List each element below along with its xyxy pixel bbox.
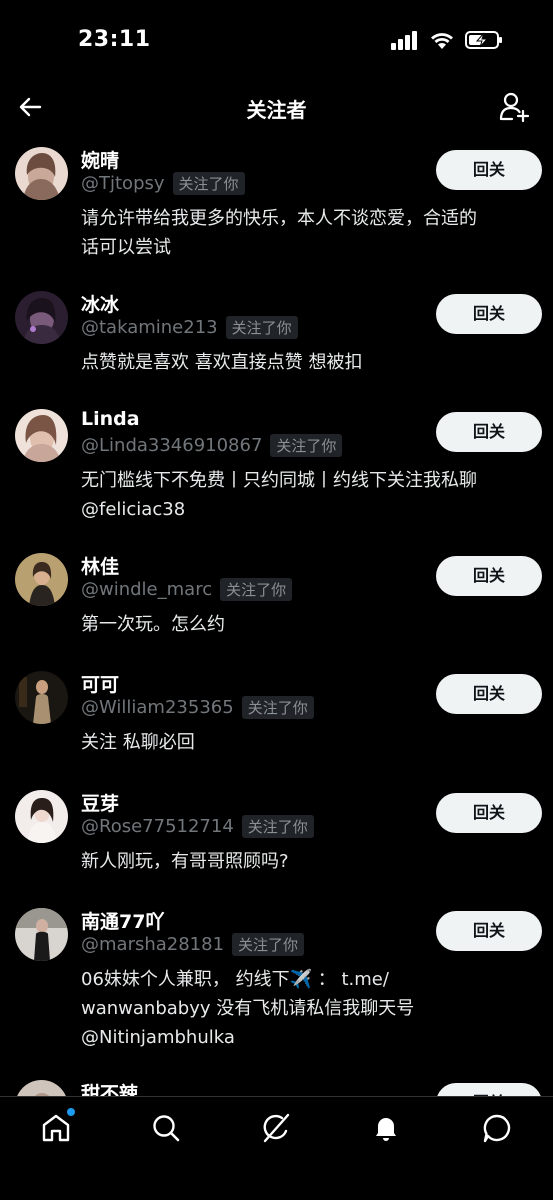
add-user-icon [499, 92, 530, 123]
follower-bio: 请允许带给我更多的快乐，本人不谈恋爱，合适的 话可以尝试 [81, 204, 531, 262]
follow-back-button[interactable]: 回关 [436, 793, 542, 833]
follower-bio: 新人刚玩，有哥哥照顾吗? [81, 847, 531, 876]
follow-back-button[interactable]: 回关 [436, 674, 542, 714]
follower-handle: @takamine213 [81, 317, 218, 338]
bio-line: 06妹妹个人兼职， 约线下✈️ ： t.me/ [81, 969, 389, 990]
nav-search[interactable] [149, 1111, 183, 1145]
bio-line: @Nitinjambhulka [81, 1027, 235, 1048]
follower-name: 冰冰 [81, 294, 120, 316]
bottom-nav [0, 1096, 553, 1200]
avatar[interactable] [15, 671, 68, 724]
nav-notifications[interactable] [369, 1111, 403, 1145]
handle-row: @Linda3346910867 关注了你 [81, 434, 343, 457]
follower-name: 豆芽 [81, 793, 120, 815]
home-icon [42, 1114, 70, 1142]
bio-line: 新人刚玩，有哥哥照顾吗? [81, 851, 289, 872]
follower-bio: 无门槛线下不免费丨只约同城丨约线下关注我私聊 @feliciac38 [81, 466, 531, 524]
follower-name: 甜不辣 [81, 1083, 139, 1096]
nav-home[interactable] [39, 1108, 75, 1145]
bio-line: wanwanbabyy 没有飞机请私信我聊天号 [81, 998, 415, 1019]
avatar[interactable] [15, 553, 68, 606]
handle-row: @windle_marc 关注了你 [81, 578, 293, 601]
nav-messages[interactable] [480, 1111, 514, 1145]
follower-handle: @marsha28181 [81, 934, 225, 955]
search-icon [153, 1115, 180, 1142]
handle-row: @takamine213 关注了你 [81, 316, 298, 339]
bio-line: 关注 私聊必回 [81, 732, 195, 753]
follows-you-badge: 关注了你 [270, 434, 343, 457]
follow-back-button[interactable]: 回关 [436, 412, 542, 452]
handle-row: @marsha28181 关注了你 [81, 933, 305, 956]
avatar[interactable] [15, 908, 68, 961]
follow-back-button[interactable]: 回关 [436, 556, 542, 596]
follow-back-button[interactable]: 回关 [436, 911, 542, 951]
follows-you-badge: 关注了你 [225, 316, 298, 339]
follows-you-badge: 关注了你 [232, 933, 305, 956]
follower-name: 林佳 [81, 556, 120, 578]
follower-bio: 点赞就是喜欢 喜欢直接点赞 想被扣 [81, 348, 531, 377]
follower-bio: 第一次玩。怎么约 [81, 610, 531, 639]
notifications-icon [376, 1118, 396, 1141]
follow-back-button[interactable]: 回关 [436, 294, 542, 334]
follow-back-button[interactable]: 回关 [436, 1083, 542, 1096]
handle-row: @Tjtopsy 关注了你 [81, 172, 245, 195]
status-bar: 23:11 [0, 0, 553, 80]
follower-name: Linda [81, 408, 140, 430]
avatar[interactable] [15, 790, 68, 843]
follower-bio: 06妹妹个人兼职， 约线下✈️ ： t.me/ wanwanbabyy 没有飞机… [81, 965, 531, 1052]
handle-row: @William235365 关注了你 [81, 696, 314, 719]
avatar[interactable] [15, 291, 68, 344]
status-time: 23:11 [78, 27, 151, 52]
follower-name: 可可 [81, 674, 120, 696]
follower-bio: 关注 私聊必回 [81, 728, 531, 757]
avatar[interactable] [15, 1080, 68, 1096]
avatar[interactable] [15, 147, 68, 200]
bio-line: 话可以尝试 [81, 237, 171, 258]
follows-you-badge: 关注了你 [172, 172, 245, 195]
bio-line: 请允许带给我更多的快乐，本人不谈恋爱，合适的 [81, 208, 477, 229]
follower-handle: @Tjtopsy [81, 173, 165, 194]
battery-charging-icon [465, 31, 502, 49]
avatar[interactable] [15, 409, 68, 462]
follow-back-button[interactable]: 回关 [436, 150, 542, 190]
page-title: 关注者 [246, 98, 307, 122]
messages-icon [483, 1114, 511, 1143]
follows-you-badge: 关注了你 [241, 815, 314, 838]
status-icons [391, 30, 503, 50]
followers-list: 婉晴 @Tjtopsy 关注了你 请允许带给我更多的快乐，本人不谈恋爱，合适的 … [0, 140, 553, 1096]
follower-handle: @William235365 [81, 697, 234, 718]
handle-row: @Rose77512714 关注了你 [81, 815, 314, 838]
follower-handle: @windle_marc [81, 579, 213, 600]
follower-name: 婉晴 [81, 150, 120, 172]
follower-handle: @Linda3346910867 [81, 435, 263, 456]
cellular-signal-icon [391, 31, 417, 50]
nav-grok[interactable] [259, 1111, 293, 1145]
header: 关注者 [0, 80, 553, 136]
add-user-button[interactable] [499, 90, 531, 124]
notification-dot [67, 1108, 75, 1116]
bio-line: 点赞就是喜欢 喜欢直接点赞 想被扣 [81, 352, 363, 373]
bio-line: @feliciac38 [81, 499, 186, 520]
bio-line: 第一次玩。怎么约 [81, 614, 225, 635]
follows-you-badge: 关注了你 [220, 578, 293, 601]
follower-handle: @Rose77512714 [81, 816, 234, 837]
follows-you-badge: 关注了你 [241, 696, 314, 719]
follower-name: 南通77吖 [81, 911, 165, 933]
grok-icon [263, 1113, 290, 1143]
wifi-icon [431, 33, 453, 49]
bio-line: 无门槛线下不免费丨只约同城丨约线下关注我私聊 [81, 470, 477, 491]
